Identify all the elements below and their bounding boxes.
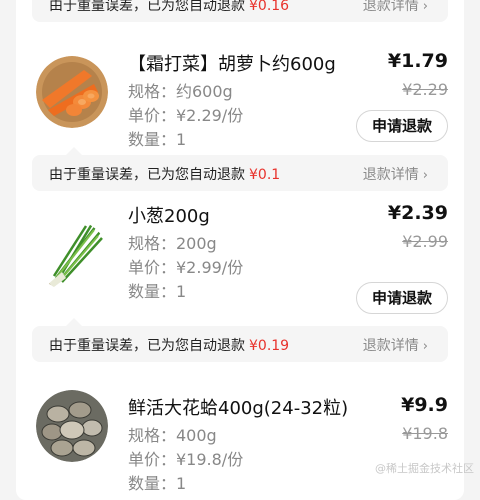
refund-message: 由于重量误差，已为您自动退款 ¥0.1 [49, 167, 281, 183]
chevron-right-icon: › [422, 168, 428, 183]
refund-message: 由于重量误差，已为您自动退款 ¥0.16 [49, 0, 290, 14]
refund-detail-link[interactable]: 退款详情 › [363, 164, 428, 184]
item-quantity: 数量：1 [128, 474, 187, 493]
refund-notice-bar: 由于重量误差，已为您自动退款 ¥0.1 退款详情 › [32, 147, 448, 191]
refund-notice-bar: 由于重量误差，已为您自动退款 ¥0.16 退款详情 › [32, 0, 448, 22]
item-unit-price: 单价：¥2.29/份 [128, 106, 244, 125]
item-quantity: 数量：1 [128, 130, 187, 149]
refund-notice-bar: 由于重量误差，已为您自动退款 ¥0.19 退款详情 › [32, 318, 448, 362]
item-title[interactable]: 小葱200g [128, 202, 210, 228]
chevron-right-icon: › [422, 0, 428, 14]
order-card: 由于重量误差，已为您自动退款 ¥0.16 退款详情 › 【霜打菜】胡萝卜约600g … [16, 0, 464, 500]
item-spec: 规格：约600g [128, 82, 233, 101]
chevron-right-icon: › [422, 339, 428, 354]
scallion-image[interactable] [36, 220, 108, 292]
clam-image[interactable] [36, 390, 108, 462]
refund-detail-link[interactable]: 退款详情 › [363, 335, 428, 355]
item-quantity: 数量：1 [128, 282, 187, 301]
item-price: ¥9.9 [401, 394, 448, 416]
watermark: @稀土掘金技术社区 [375, 462, 474, 475]
apply-refund-button[interactable]: 申请退款 [356, 110, 448, 142]
carrot-image[interactable] [36, 56, 108, 128]
item-price: ¥1.79 [387, 50, 448, 72]
item-title[interactable]: 鲜活大花蛤400g(24-32粒) [128, 394, 348, 420]
refund-amount: ¥0.1 [249, 167, 281, 183]
item-unit-price: 单价：¥2.99/份 [128, 258, 244, 277]
item-unit-price: 单价：¥19.8/份 [128, 450, 244, 469]
item-spec: 规格：200g [128, 234, 217, 253]
refund-message: 由于重量误差，已为您自动退款 ¥0.19 [49, 338, 290, 354]
apply-refund-button[interactable]: 申请退款 [356, 282, 448, 314]
item-price: ¥2.39 [387, 202, 448, 224]
refund-amount: ¥0.19 [249, 338, 290, 354]
item-title[interactable]: 【霜打菜】胡萝卜约600g [128, 50, 336, 76]
item-original-price: ¥2.29 [402, 80, 448, 99]
item-spec: 规格：400g [128, 426, 217, 445]
refund-amount: ¥0.16 [249, 0, 290, 14]
item-original-price: ¥2.99 [402, 232, 448, 251]
item-original-price: ¥19.8 [402, 424, 448, 443]
refund-detail-link[interactable]: 退款详情 › [363, 0, 428, 15]
